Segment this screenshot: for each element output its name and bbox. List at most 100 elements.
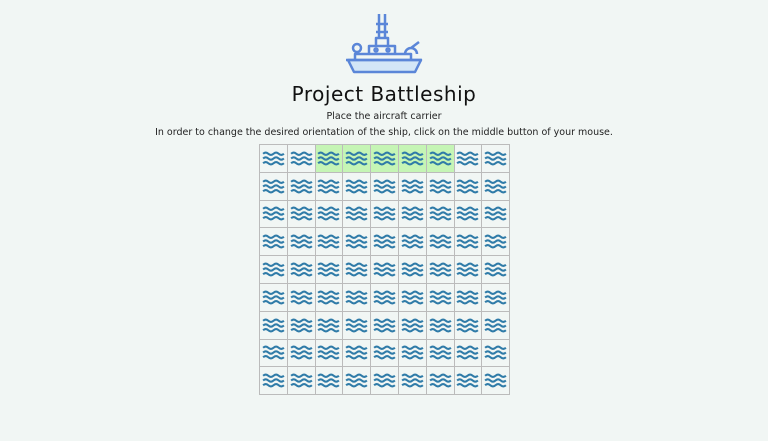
- board-cell[interactable]: [426, 228, 455, 257]
- board-cell[interactable]: [371, 145, 399, 173]
- waves-icon: [401, 373, 424, 388]
- waves-icon: [401, 318, 424, 333]
- board-cell[interactable]: [315, 311, 344, 340]
- board-cell[interactable]: [260, 283, 288, 312]
- board-cell[interactable]: [426, 339, 455, 368]
- board-cell[interactable]: [482, 145, 511, 173]
- board-cell[interactable]: [454, 228, 483, 257]
- board-cell[interactable]: [454, 311, 483, 340]
- board-cell[interactable]: [343, 228, 372, 257]
- waves-icon: [484, 262, 507, 277]
- board-cell[interactable]: [287, 200, 316, 229]
- waves-icon: [345, 290, 368, 305]
- board-cell[interactable]: [343, 367, 372, 396]
- board-cell[interactable]: [287, 283, 316, 312]
- board-cell[interactable]: [371, 311, 399, 340]
- board-cell[interactable]: [343, 283, 372, 312]
- waves-icon: [429, 179, 452, 194]
- board-cell[interactable]: [371, 283, 399, 312]
- board-cell[interactable]: [398, 200, 427, 229]
- board-cell[interactable]: [454, 256, 483, 284]
- board-cell[interactable]: [371, 228, 399, 257]
- waves-icon: [401, 346, 424, 360]
- waves-icon: [456, 151, 480, 166]
- waves-icon: [429, 207, 452, 221]
- board-cell[interactable]: [260, 145, 288, 173]
- board-cell[interactable]: [260, 228, 288, 257]
- waves-icon: [401, 290, 424, 305]
- board-cell[interactable]: [315, 200, 344, 229]
- board-cell[interactable]: [398, 283, 427, 312]
- board-cell[interactable]: [454, 339, 483, 368]
- board-cell[interactable]: [482, 256, 511, 284]
- board-cell[interactable]: [260, 367, 288, 396]
- waves-icon: [317, 234, 341, 249]
- board-cell[interactable]: [482, 339, 511, 368]
- board-cell[interactable]: [398, 311, 427, 340]
- waves-icon: [456, 262, 480, 277]
- board-cell[interactable]: [260, 339, 288, 368]
- board-cell[interactable]: [287, 256, 316, 284]
- board-cell[interactable]: [426, 200, 455, 229]
- waves-icon: [262, 179, 285, 194]
- board-cell[interactable]: [371, 172, 399, 201]
- board-cell[interactable]: [426, 145, 455, 173]
- waves-icon: [484, 179, 507, 194]
- board-cell[interactable]: [426, 367, 455, 396]
- board-cell[interactable]: [398, 367, 427, 396]
- board-cell[interactable]: [343, 256, 372, 284]
- waves-icon: [290, 373, 313, 388]
- waves-icon: [484, 151, 507, 166]
- board-cell[interactable]: [482, 172, 511, 201]
- board-cell[interactable]: [426, 172, 455, 201]
- board-cell[interactable]: [260, 256, 288, 284]
- board-cell[interactable]: [371, 339, 399, 368]
- board-cell[interactable]: [343, 200, 372, 229]
- waves-icon: [484, 373, 507, 388]
- board-cell[interactable]: [315, 256, 344, 284]
- board-cell[interactable]: [371, 256, 399, 284]
- board-cell[interactable]: [315, 145, 344, 173]
- board-cell[interactable]: [315, 367, 344, 396]
- board-cell[interactable]: [398, 145, 427, 173]
- board-cell[interactable]: [343, 311, 372, 340]
- board-cell[interactable]: [260, 311, 288, 340]
- board-cell[interactable]: [260, 172, 288, 201]
- waves-icon: [290, 290, 313, 305]
- board-cell[interactable]: [315, 339, 344, 368]
- board-cell[interactable]: [454, 283, 483, 312]
- board-cell[interactable]: [482, 228, 511, 257]
- board-cell[interactable]: [315, 283, 344, 312]
- board-cell[interactable]: [343, 172, 372, 201]
- board-cell[interactable]: [482, 283, 511, 312]
- board-cell[interactable]: [454, 172, 483, 201]
- board-cell[interactable]: [315, 228, 344, 257]
- board-cell[interactable]: [426, 256, 455, 284]
- board-cell[interactable]: [454, 145, 483, 173]
- board-cell[interactable]: [315, 172, 344, 201]
- board-cell[interactable]: [426, 283, 455, 312]
- board-cell[interactable]: [343, 145, 372, 173]
- board-cell[interactable]: [287, 367, 316, 396]
- board-cell[interactable]: [482, 311, 511, 340]
- board-cell[interactable]: [287, 172, 316, 201]
- board-cell[interactable]: [398, 256, 427, 284]
- battleship-icon: [346, 14, 423, 74]
- board-cell[interactable]: [426, 311, 455, 340]
- board-cell[interactable]: [287, 228, 316, 257]
- board-cell[interactable]: [398, 228, 427, 257]
- board-cell[interactable]: [287, 311, 316, 340]
- board-cell[interactable]: [398, 339, 427, 368]
- board-cell[interactable]: [343, 339, 372, 368]
- board-cell[interactable]: [482, 200, 511, 229]
- board-cell[interactable]: [371, 367, 399, 396]
- board-cell[interactable]: [398, 172, 427, 201]
- board-cell[interactable]: [287, 145, 316, 173]
- board-cell[interactable]: [454, 200, 483, 229]
- board-cell[interactable]: [287, 339, 316, 368]
- board-cell[interactable]: [482, 367, 511, 396]
- board-cell[interactable]: [371, 200, 399, 229]
- waves-icon: [484, 318, 507, 333]
- board-cell[interactable]: [260, 200, 288, 229]
- board-cell[interactable]: [454, 367, 483, 396]
